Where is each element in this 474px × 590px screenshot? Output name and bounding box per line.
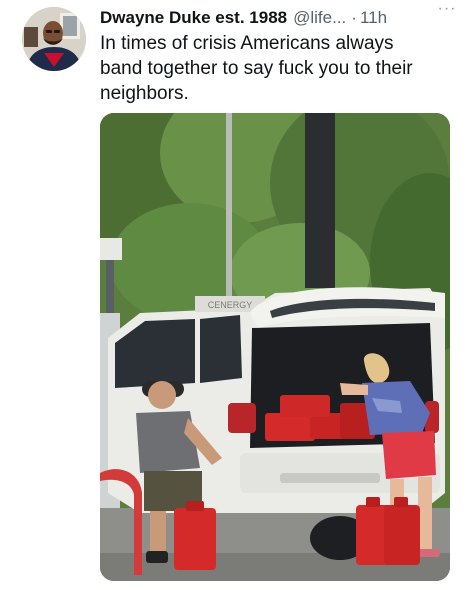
tweet-text-line: neighbors. <box>100 83 189 104</box>
energy-sign: CENERGY <box>208 300 253 310</box>
tweet[interactable]: Dwayne Duke est. 1988 @life... · 11h ···… <box>0 0 474 590</box>
tweet-text-line: In times of crisis Americans always <box>100 33 394 54</box>
avatar-image <box>22 7 86 71</box>
tweet-photo[interactable]: CENERGY <box>100 113 450 581</box>
timestamp[interactable]: 11h <box>360 7 387 29</box>
avatar[interactable] <box>22 7 86 71</box>
more-options-icon[interactable]: ··· <box>436 0 458 20</box>
tweet-text: In times of crisis Americans always band… <box>100 31 460 106</box>
tweet-header: Dwayne Duke est. 1988 @life... · 11h <box>100 6 460 30</box>
user-handle[interactable]: @life... <box>293 7 346 29</box>
separator-dot: · <box>351 8 357 27</box>
display-name[interactable]: Dwayne Duke est. 1988 <box>100 7 287 29</box>
tweet-text-line: band together to say fuck you to their <box>100 58 413 79</box>
photo-scene: CENERGY <box>100 113 450 581</box>
